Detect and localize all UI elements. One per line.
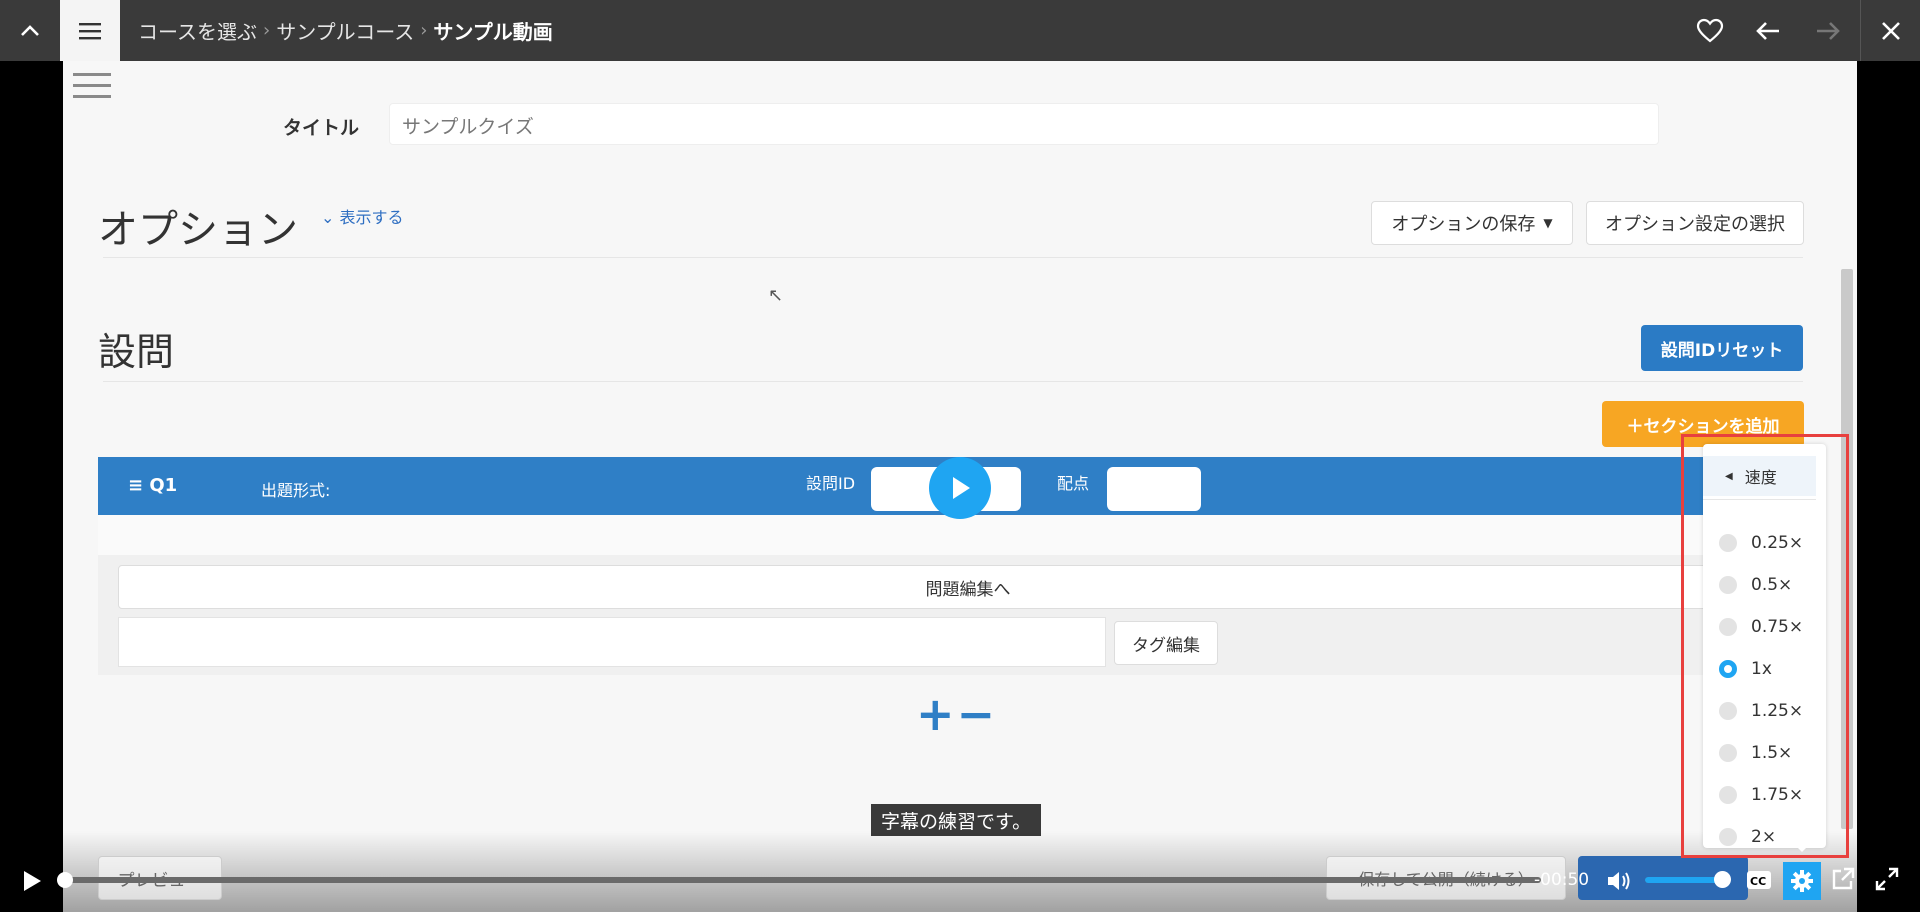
big-play-button[interactable] <box>929 457 991 519</box>
speed-option-1.75[interactable]: 1.75× <box>1719 778 1819 812</box>
options-heading: オプション <box>98 207 298 253</box>
speed-option-label: 1.5× <box>1751 743 1793 763</box>
question-number: ≡ Q1 <box>128 475 178 496</box>
speed-menu-title: 速度 <box>1744 468 1777 487</box>
radio-icon <box>1719 576 1737 594</box>
radio-icon <box>1719 744 1737 762</box>
speed-option-1[interactable]: 1x <box>1719 652 1819 686</box>
arrow-left-icon <box>1756 21 1779 40</box>
question-body: 問題編集へ タグ編集 <box>98 515 1818 675</box>
volume-level <box>1645 877 1723 883</box>
caret-left-icon: ◀ <box>1725 470 1733 482</box>
select-options-button: オプション設定の選択 <box>1586 201 1804 245</box>
show-link-label: 表示する <box>339 208 404 227</box>
save-options-button: オプションの保存 ▼ <box>1371 201 1573 245</box>
top-bar: コースを選ぶ › サンプルコース › サンプル動画 <box>0 0 1920 61</box>
progress-knob[interactable] <box>57 872 73 888</box>
gear-icon <box>1791 870 1813 892</box>
divider <box>1703 499 1816 500</box>
speed-option-label: 2× <box>1751 827 1777 847</box>
reset-question-id-button: 設問IDリセット <box>1641 325 1803 371</box>
favorite-button[interactable] <box>1680 0 1740 61</box>
tag-field <box>118 617 1106 667</box>
play-icon <box>24 871 41 891</box>
save-options-label: オプションの保存 <box>1391 214 1536 235</box>
points-field <box>1107 467 1201 511</box>
video-frame[interactable]: タイトル サンプルクイズ オプション ⌄ 表示する オプションの保存 ▼ オプシ… <box>63 61 1857 912</box>
divider <box>103 257 1803 258</box>
settings-button[interactable] <box>1783 862 1821 900</box>
speed-menu-back[interactable]: ◀ 速度 <box>1703 456 1816 496</box>
arrow-right-icon <box>1817 21 1840 40</box>
speed-option-1.25[interactable]: 1.25× <box>1719 694 1819 728</box>
caret-down-icon: ▼ <box>1543 216 1553 230</box>
popout-button[interactable] <box>1830 866 1860 896</box>
title-field: サンプルクイズ <box>389 103 1659 145</box>
speed-option-0.75[interactable]: 0.75× <box>1719 610 1819 644</box>
speed-option-label: 1x <box>1751 659 1772 679</box>
edit-question-button: 問題編集へ <box>118 565 1818 609</box>
forward-button[interactable] <box>1798 0 1858 61</box>
divider <box>103 381 1803 382</box>
closed-captions-icon: CC <box>1747 871 1771 889</box>
breadcrumb-sample-course[interactable]: サンプルコース <box>276 16 414 45</box>
speed-option-label: 0.25× <box>1751 533 1804 553</box>
speed-option-label: 0.75× <box>1751 617 1804 637</box>
tag-edit-button: タグ編集 <box>1114 621 1218 665</box>
external-window-icon <box>1832 867 1855 890</box>
close-icon <box>1881 21 1900 40</box>
play-icon <box>953 477 970 499</box>
radio-icon <box>1719 618 1737 636</box>
time-remaining: -00:50 <box>1534 870 1590 890</box>
mouse-cursor-icon: ↖ <box>768 285 784 306</box>
title-label: タイトル <box>283 117 360 139</box>
radio-icon <box>1719 828 1737 846</box>
fullscreen-button[interactable] <box>1874 866 1904 896</box>
speed-option-label: 1.75× <box>1751 785 1804 805</box>
points-label: 配点 <box>1057 474 1090 493</box>
question-id-label: 設問ID <box>806 474 856 493</box>
volume-knob[interactable] <box>1714 871 1731 888</box>
speed-option-label: 0.5× <box>1751 575 1793 595</box>
breadcrumb-course-select[interactable]: コースを選ぶ <box>138 16 257 45</box>
radio-selected-icon <box>1719 660 1737 678</box>
questions-heading: 設問 <box>98 330 175 374</box>
captions-button[interactable]: CC <box>1746 869 1772 891</box>
volume-button[interactable] <box>1604 866 1634 896</box>
play-button[interactable] <box>14 866 50 896</box>
question-number-label: Q1 <box>149 475 178 496</box>
radio-icon <box>1719 702 1737 720</box>
speed-option-0.5[interactable]: 0.5× <box>1719 568 1819 602</box>
chevron-up-icon <box>21 24 39 36</box>
expand-icon <box>1875 867 1899 891</box>
radio-icon <box>1719 534 1737 552</box>
breadcrumb-separator: › <box>420 20 428 41</box>
speed-menu-pointer <box>1794 844 1810 852</box>
speed-option-1.5[interactable]: 1.5× <box>1719 736 1819 770</box>
show-options-link: ⌄ 表示する <box>321 208 404 227</box>
speed-option-0.25[interactable]: 0.25× <box>1719 526 1819 560</box>
progress-bar[interactable] <box>66 877 1541 883</box>
question-body-strip <box>98 515 1818 555</box>
volume-icon <box>1608 872 1630 890</box>
speed-menu: ◀ 速度 0.25× 0.5× 0.75× 1x 1.25× 1.5× 1.75… <box>1703 444 1826 848</box>
back-button[interactable] <box>1738 0 1798 61</box>
question-type-label: 出題形式: <box>261 481 331 500</box>
page-menu-icon <box>73 73 111 103</box>
svg-text:CC: CC <box>1750 875 1766 888</box>
breadcrumb: コースを選ぶ › サンプルコース › サンプル動画 <box>138 0 553 61</box>
speed-option-label: 1.25× <box>1751 701 1804 721</box>
hamburger-icon <box>79 22 101 39</box>
breadcrumb-current: サンプル動画 <box>433 20 553 44</box>
add-remove-icons: +− <box>916 687 998 741</box>
heart-icon <box>1696 18 1724 42</box>
collapse-up-button[interactable] <box>0 0 60 61</box>
breadcrumb-separator: › <box>263 20 271 41</box>
radio-icon <box>1719 786 1737 804</box>
menu-button[interactable] <box>60 0 120 61</box>
close-button[interactable] <box>1860 0 1920 61</box>
